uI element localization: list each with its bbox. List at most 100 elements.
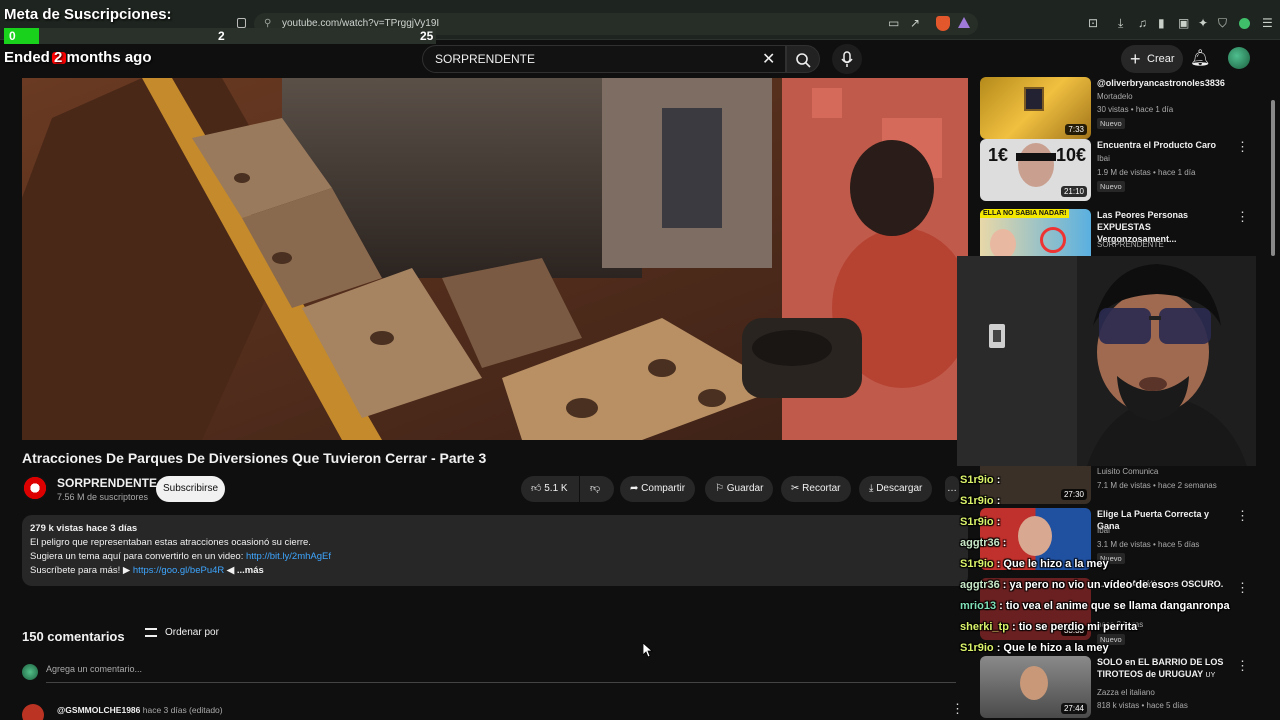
rec-item[interactable]: 27:30 Luisito Comunica 7.1 M de vistas •… [980,466,1244,504]
show-more[interactable]: ◀ ...más [224,565,264,576]
cast-icon[interactable]: ▭ [888,16,899,30]
screen: ⚲ youtube.com/watch?v=TPrggjVy19I ▭ ↗ ⊡ … [0,0,1280,720]
chat-text: : Que le hizo a la mey [993,642,1109,654]
more-actions-button[interactable]: … [945,476,959,502]
like-count: 5.1 K [544,483,568,494]
download-icon[interactable]: ⤓ [1118,16,1123,30]
clear-search-icon[interactable]: ✕ [762,49,775,69]
rec-item[interactable]: ELLA NO SABIA NADAR! Las Peores Personas… [980,209,1244,257]
channel-avatar[interactable] [22,475,48,501]
chat-text: : [993,495,1001,507]
rec-meta: 1.9 M de vistas • hace 1 día [1097,168,1196,177]
rec-menu-icon[interactable]: ⋮ [1236,658,1249,674]
rec-thumbnail[interactable]: 27:44 [980,656,1091,718]
brave-shield-icon[interactable] [936,16,950,31]
subscribe-link[interactable]: https://goo.gl/bePu4R [133,565,224,576]
description-line-3: Suscríbete para más! ▶ https://goo.gl/be… [30,564,960,578]
description-stats: 279 k vistas hace 3 días [30,523,138,534]
user-avatar [22,664,38,680]
subscriber-count: 7.56 M de suscriptores [57,492,149,502]
bookmark-icon: ⚐ [715,483,727,494]
rec-item[interactable]: 1€ 10€ 21:10 Encuentra el Producto Caro … [980,139,1249,201]
rec-duration: 27:44 [1060,703,1087,714]
add-comment-input[interactable]: Agrega un comentario... [46,664,956,683]
tab-icon[interactable] [237,18,246,28]
thumb-label-right: 10€ [1056,145,1087,165]
search-input[interactable]: SORPRENDENTE [422,45,786,73]
chat-message: mrio13 : tio vea el anime que se llama d… [960,600,1230,612]
vpn-icon[interactable]: ⛉ [1218,16,1227,30]
chat-text: : [999,537,1007,549]
sort-label: Ordenar por [165,627,219,638]
menu-icon[interactable]: ☰ [1262,16,1273,30]
video-player[interactable] [22,78,968,440]
clip-button[interactable]: ✂ Recortar [781,476,851,502]
rec-menu-icon[interactable]: ⋮ [1236,580,1249,596]
chat-user: sherki_tp [960,621,1009,633]
download-button[interactable]: ⤓ Descargar [859,476,933,502]
rec-title: Encuentra el Producto Caro [1097,140,1217,150]
chat-message: S1r9io : [960,495,1000,507]
thumb-label: ELLA NO SABIA NADAR! [980,209,1070,218]
chat-text: : Que le hizo a la mey [993,558,1109,570]
suggest-link[interactable]: http://bit.ly/2mhAgEf [246,551,331,562]
thumbnail-face [1020,666,1048,700]
save-button[interactable]: ⚐ Guardar [705,476,774,502]
channel-name[interactable]: SORPRENDENTE [57,476,157,490]
rec-item[interactable]: 7:33 @oliverbryancastronoles3836 Mortade… [980,77,1244,139]
voice-search-button[interactable] [832,44,862,74]
subscribe-button[interactable]: Subscribirse [156,476,225,502]
thumbnail-circle [1040,227,1066,253]
comments-count: 150 comentarios [22,629,125,644]
sort-icon [145,627,157,637]
rec-thumbnail[interactable]: 1€ 10€ 21:10 [980,139,1091,201]
rec-title: Elige La Puerta Correcta y Gana [1097,509,1210,531]
rec-thumbnail[interactable]: 7:33 [980,77,1091,139]
dislike-button[interactable]: 👎︎ [580,476,614,502]
chat-user: S1r9io [960,642,994,654]
chat-user: S1r9io [960,516,994,528]
wallet-icon[interactable]: ▣ [1178,16,1189,30]
chat-message: sherki_tp : tio se perdio mi perrita [960,621,1137,633]
comment-author-avatar[interactable] [22,704,44,720]
chat-text: : [993,516,1001,528]
rewards-icon[interactable] [958,17,970,28]
comment-menu-icon[interactable]: ⋮ [951,701,964,717]
share-button[interactable]: ➦ Compartir [620,476,696,502]
webcam-overlay [957,256,1256,466]
comment-time: hace 3 días (editado) [140,705,223,715]
rec-meta: 30 vistas • hace 1 día [1097,105,1174,114]
rec-title: SOLO en EL BARRIO DE LOS TIROTEOS de URU… [1097,656,1225,682]
rec-meta: 818 k vistas • hace 5 días [1097,701,1188,710]
like-button[interactable]: 👍︎ 5.1 K [521,476,579,502]
sidebar-scrollbar[interactable] [1271,100,1275,256]
description-line-2: Sugiera un tema aquí para convertirlo en… [30,550,960,564]
comment-author[interactable]: @GSMMOLCHE1986 [57,705,140,715]
screenshot-icon[interactable]: ⊡ [1088,16,1098,30]
chat-text: : tio se perdio mi perrita [1008,621,1138,633]
save-label: Guardar [726,483,764,494]
rec-menu-icon[interactable]: ⋮ [1236,508,1249,524]
notifications-bell-icon[interactable]: 🔔︎ [1190,48,1210,68]
chat-user: mrio13 [960,600,997,612]
rec-menu-icon[interactable]: ⋮ [1236,139,1249,155]
leo-icon[interactable]: ✦ [1198,16,1208,30]
download-label: Descargar [876,483,923,494]
search-button[interactable] [786,45,820,73]
rec-menu-icon[interactable]: ⋮ [1236,209,1244,225]
create-button[interactable]: + Crear [1121,45,1183,73]
rec-title-suffix: UY [1205,672,1216,679]
rec-channel: Ibai [1097,154,1110,163]
thumbs-down-icon: 👎︎ [590,483,601,494]
account-avatar[interactable] [1228,47,1250,69]
description-line-1: El peligro que representaban estas atrac… [30,537,311,548]
share-icon[interactable]: ↗ [910,16,920,30]
rec-thumbnail[interactable]: ELLA NO SABIA NADAR! [980,209,1091,257]
sort-comments-button[interactable]: Ordenar por [145,627,219,638]
music-icon[interactable]: ♫ [1138,16,1147,30]
profile-icon[interactable] [1239,18,1250,29]
search-icon [796,53,811,68]
description-box[interactable]: 279 k vistas hace 3 días El peligro que … [22,515,968,586]
sidebar-icon[interactable]: ▮ [1158,16,1165,30]
rec-item[interactable]: 27:44 SOLO en EL BARRIO DE LOS TIROTEOS … [980,656,1249,718]
